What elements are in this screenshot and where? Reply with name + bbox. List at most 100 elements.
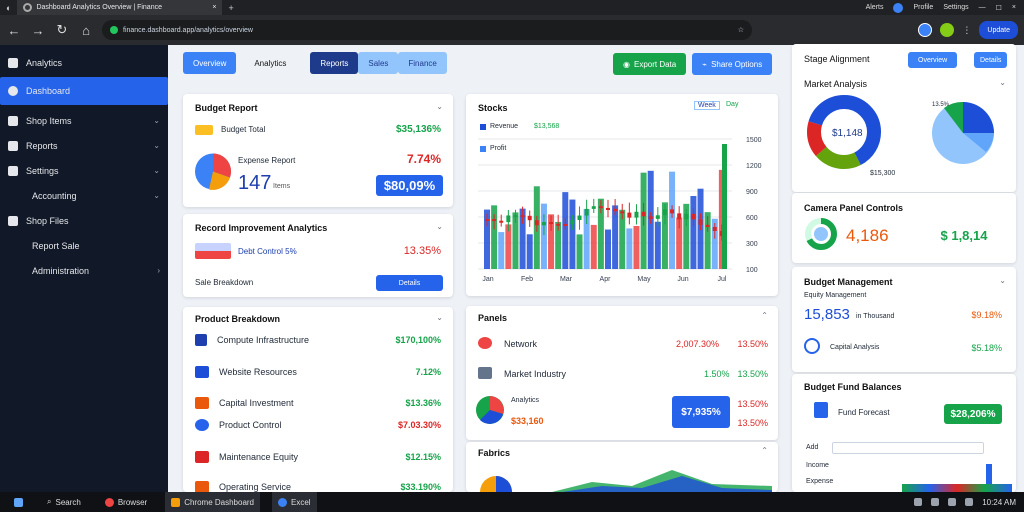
list-item-value: $170,100%	[395, 335, 441, 345]
account-icon[interactable]	[893, 2, 904, 13]
share-options-button[interactable]: ⌁ Share Options	[692, 53, 773, 75]
donut-caption: $15,300	[870, 170, 896, 177]
wallet-icon	[195, 125, 213, 135]
volume-icon[interactable]	[965, 498, 974, 506]
chevron-up-icon[interactable]: ⌃	[761, 311, 768, 320]
browser-right-item[interactable]: Profile	[913, 4, 933, 11]
candle-body	[541, 222, 546, 226]
budget-mgmt-pct: $9.18%	[971, 310, 1002, 320]
add-label: Add	[806, 444, 819, 451]
sidebar-item-dashboard[interactable]: Dashboard	[0, 77, 168, 105]
export-label: Export Data	[633, 59, 677, 69]
card-title: Product Breakdown	[195, 314, 281, 324]
home-icon[interactable]: ⌂	[78, 23, 94, 38]
donut-value: $1,148	[832, 128, 863, 139]
x-tick-label: Apr	[600, 276, 612, 283]
window-close-icon[interactable]: ×	[1012, 4, 1016, 11]
sidebar: Analytics Dashboard Shop Items ⌄ Reports…	[0, 45, 168, 492]
close-tab-icon[interactable]: ×	[212, 4, 216, 11]
tray-icon[interactable]	[914, 498, 923, 506]
candle-body	[570, 219, 575, 225]
action-buttons: ◉ Export Data ⌁ Share Options	[613, 53, 773, 75]
volume-bar	[569, 199, 576, 269]
day-tag[interactable]: Day	[726, 101, 738, 108]
list-item[interactable]: Compute Infrastructure $170,100%	[195, 331, 441, 349]
browser-menu-icon[interactable]: ◐	[0, 3, 17, 13]
briefcase-icon	[8, 57, 18, 68]
tab-sales[interactable]: Sales	[358, 52, 399, 74]
candle-body	[613, 208, 618, 212]
browser-right-item[interactable]: Alerts	[866, 4, 884, 11]
sidebar-item-administration[interactable]: Administration ›	[0, 258, 168, 283]
candle-body	[634, 211, 639, 218]
browser-tab[interactable]: Dashboard Analytics Overview | Finance ×	[17, 0, 223, 15]
details-button[interactable]: Details	[376, 275, 443, 291]
gear-icon	[8, 165, 18, 176]
profile-icon[interactable]	[918, 23, 933, 37]
tab-analytics[interactable]: Analytics	[244, 52, 296, 74]
budget-pie-chart	[195, 153, 232, 190]
list-item-value: $7.03.30%	[397, 420, 441, 430]
tray-icon[interactable]	[931, 498, 940, 506]
chevron-down-icon[interactable]: ⌄	[999, 276, 1006, 285]
browser-right-item[interactable]: Settings	[943, 4, 968, 11]
list-item[interactable]: Website Resources 7.12%	[195, 363, 441, 381]
sidebar-item-settings[interactable]: Settings ⌄	[0, 158, 168, 183]
overview-button[interactable]: Overview	[908, 52, 958, 68]
candle-body	[627, 212, 632, 218]
list-item[interactable]: Product Control $7.03.30%	[195, 416, 441, 434]
update-button[interactable]: Update	[979, 21, 1018, 39]
fabrics-chart	[480, 470, 772, 492]
candle-body	[591, 206, 596, 209]
panel-row-value: 2,007.30%	[676, 339, 720, 349]
reload-icon[interactable]: ↻	[54, 22, 70, 38]
minimize-icon[interactable]: —	[979, 4, 986, 11]
tab-overview[interactable]: Overview	[183, 52, 237, 74]
menu-dots-icon[interactable]: ⋮	[962, 25, 971, 36]
start-button[interactable]	[8, 492, 29, 512]
tab-finance[interactable]: Finance	[398, 52, 447, 74]
sidebar-item-shop-files[interactable]: Shop Files	[0, 208, 168, 233]
investment-icon	[195, 397, 209, 409]
search-button[interactable]: ⌕ Search	[41, 492, 87, 512]
folder-icon	[8, 215, 18, 226]
chevron-down-icon[interactable]: ⌄	[999, 78, 1006, 87]
url-field[interactable]: finance.dashboard.app/analytics/overview…	[102, 20, 752, 40]
taskbar-excel[interactable]: Excel	[272, 492, 317, 512]
wifi-icon[interactable]	[948, 498, 957, 506]
sidebar-item-accounting[interactable]: Accounting ⌄	[0, 183, 168, 208]
forward-icon[interactable]: →	[30, 23, 46, 38]
card-title: Stage Alignment	[804, 54, 870, 64]
tab-reports[interactable]: Reports	[310, 52, 359, 74]
export-data-button[interactable]: ◉ Export Data	[613, 53, 687, 75]
sidebar-item-report-sale[interactable]: Report Sale	[0, 233, 168, 258]
week-tag[interactable]: Week	[694, 101, 720, 110]
bookmark-star-icon[interactable]: ☆	[738, 26, 744, 34]
chevron-down-icon[interactable]: ⌄	[436, 102, 443, 111]
extension-icon[interactable]	[940, 23, 955, 37]
chevron-down-icon[interactable]: ⌄	[436, 222, 443, 231]
maximize-icon[interactable]: ☐	[996, 4, 1002, 12]
fabrics-card: Fabrics ⌃	[466, 442, 778, 492]
candle-body	[698, 219, 703, 225]
card-title: Budget Report	[195, 103, 258, 113]
chevron-up-icon[interactable]: ⌃	[761, 446, 768, 455]
taskbar-browser[interactable]: Browser	[99, 492, 153, 512]
details-button[interactable]: Details	[974, 52, 1008, 68]
taskbar-dashboard[interactable]: Chrome Dashboard	[165, 492, 260, 512]
chevron-down-icon[interactable]: ⌄	[436, 313, 443, 322]
fund-input[interactable]	[832, 442, 984, 454]
volume-bar	[626, 228, 633, 269]
record-improvement-card: Record Improvement Analytics ⌄ Debt Cont…	[183, 214, 453, 297]
back-icon[interactable]: ←	[6, 23, 22, 38]
new-tab-button[interactable]: +	[222, 3, 239, 13]
sidebar-item-reports[interactable]: Reports ⌄	[0, 133, 168, 158]
x-tick-label: Jun	[677, 276, 688, 283]
sidebar-item-analytics[interactable]: Analytics	[0, 50, 168, 75]
candle-body	[670, 209, 675, 214]
list-item[interactable]: Maintenance Equity $12.15%	[195, 448, 441, 466]
list-item[interactable]: Capital Investment $13.36%	[195, 394, 441, 412]
candle-body	[691, 213, 696, 220]
sidebar-item-shop-items[interactable]: Shop Items ⌄	[0, 108, 168, 133]
x-tick-label: Mar	[560, 276, 573, 283]
